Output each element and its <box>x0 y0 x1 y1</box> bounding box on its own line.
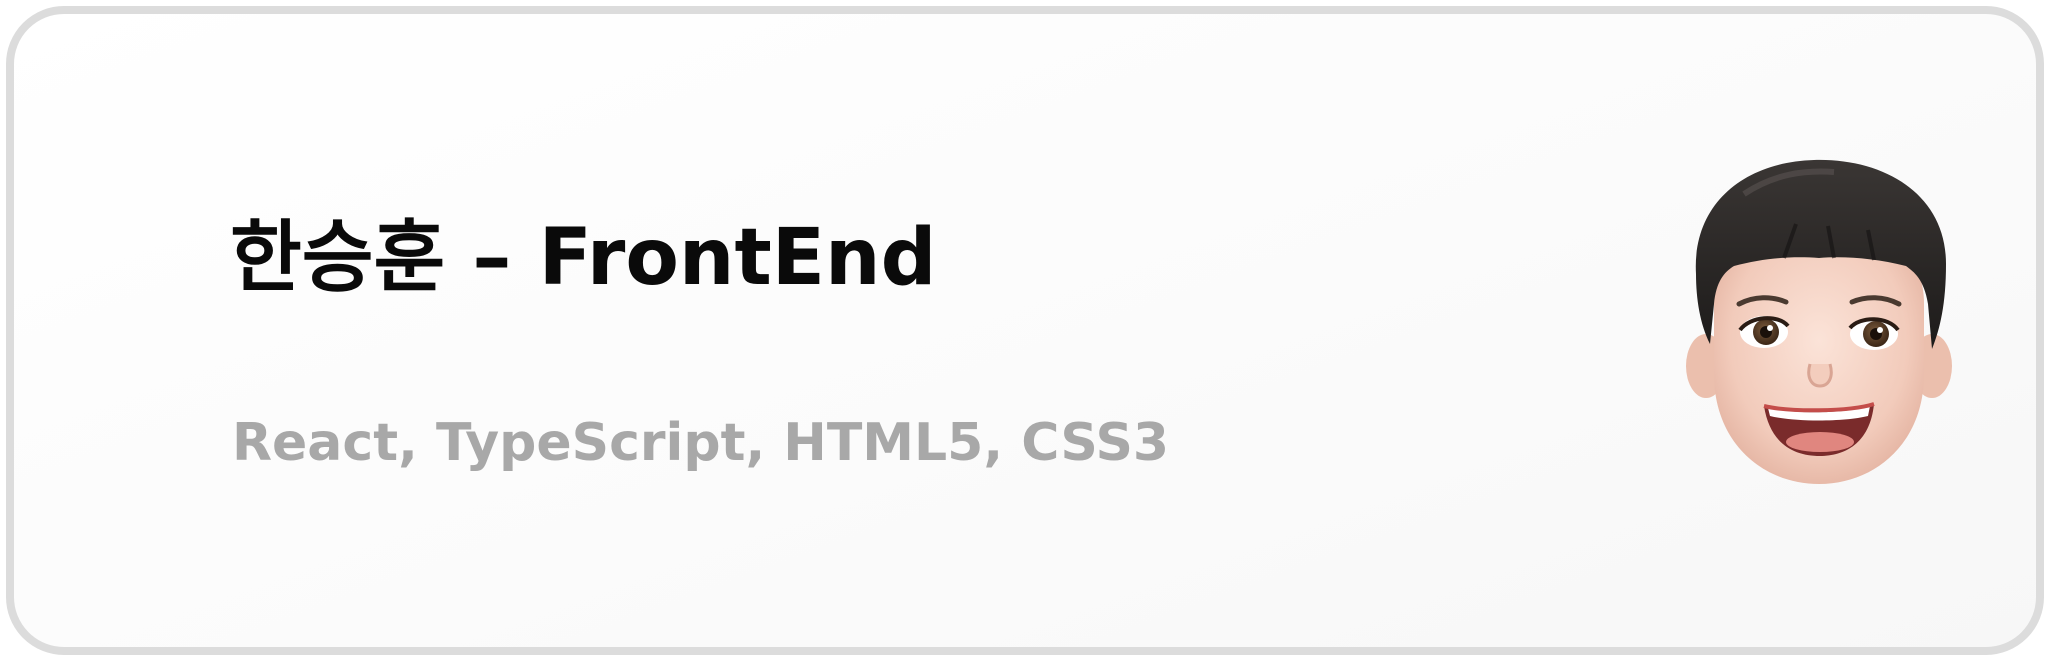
profile-title: 한승훈 – FrontEnd <box>230 213 937 303</box>
skills-text: React, TypeScript, HTML5, CSS3 <box>232 413 1170 473</box>
memoji-avatar-icon <box>1686 159 1952 484</box>
profile-card: 한승훈 – FrontEnd React, TypeScript, HTML5,… <box>6 6 2044 655</box>
